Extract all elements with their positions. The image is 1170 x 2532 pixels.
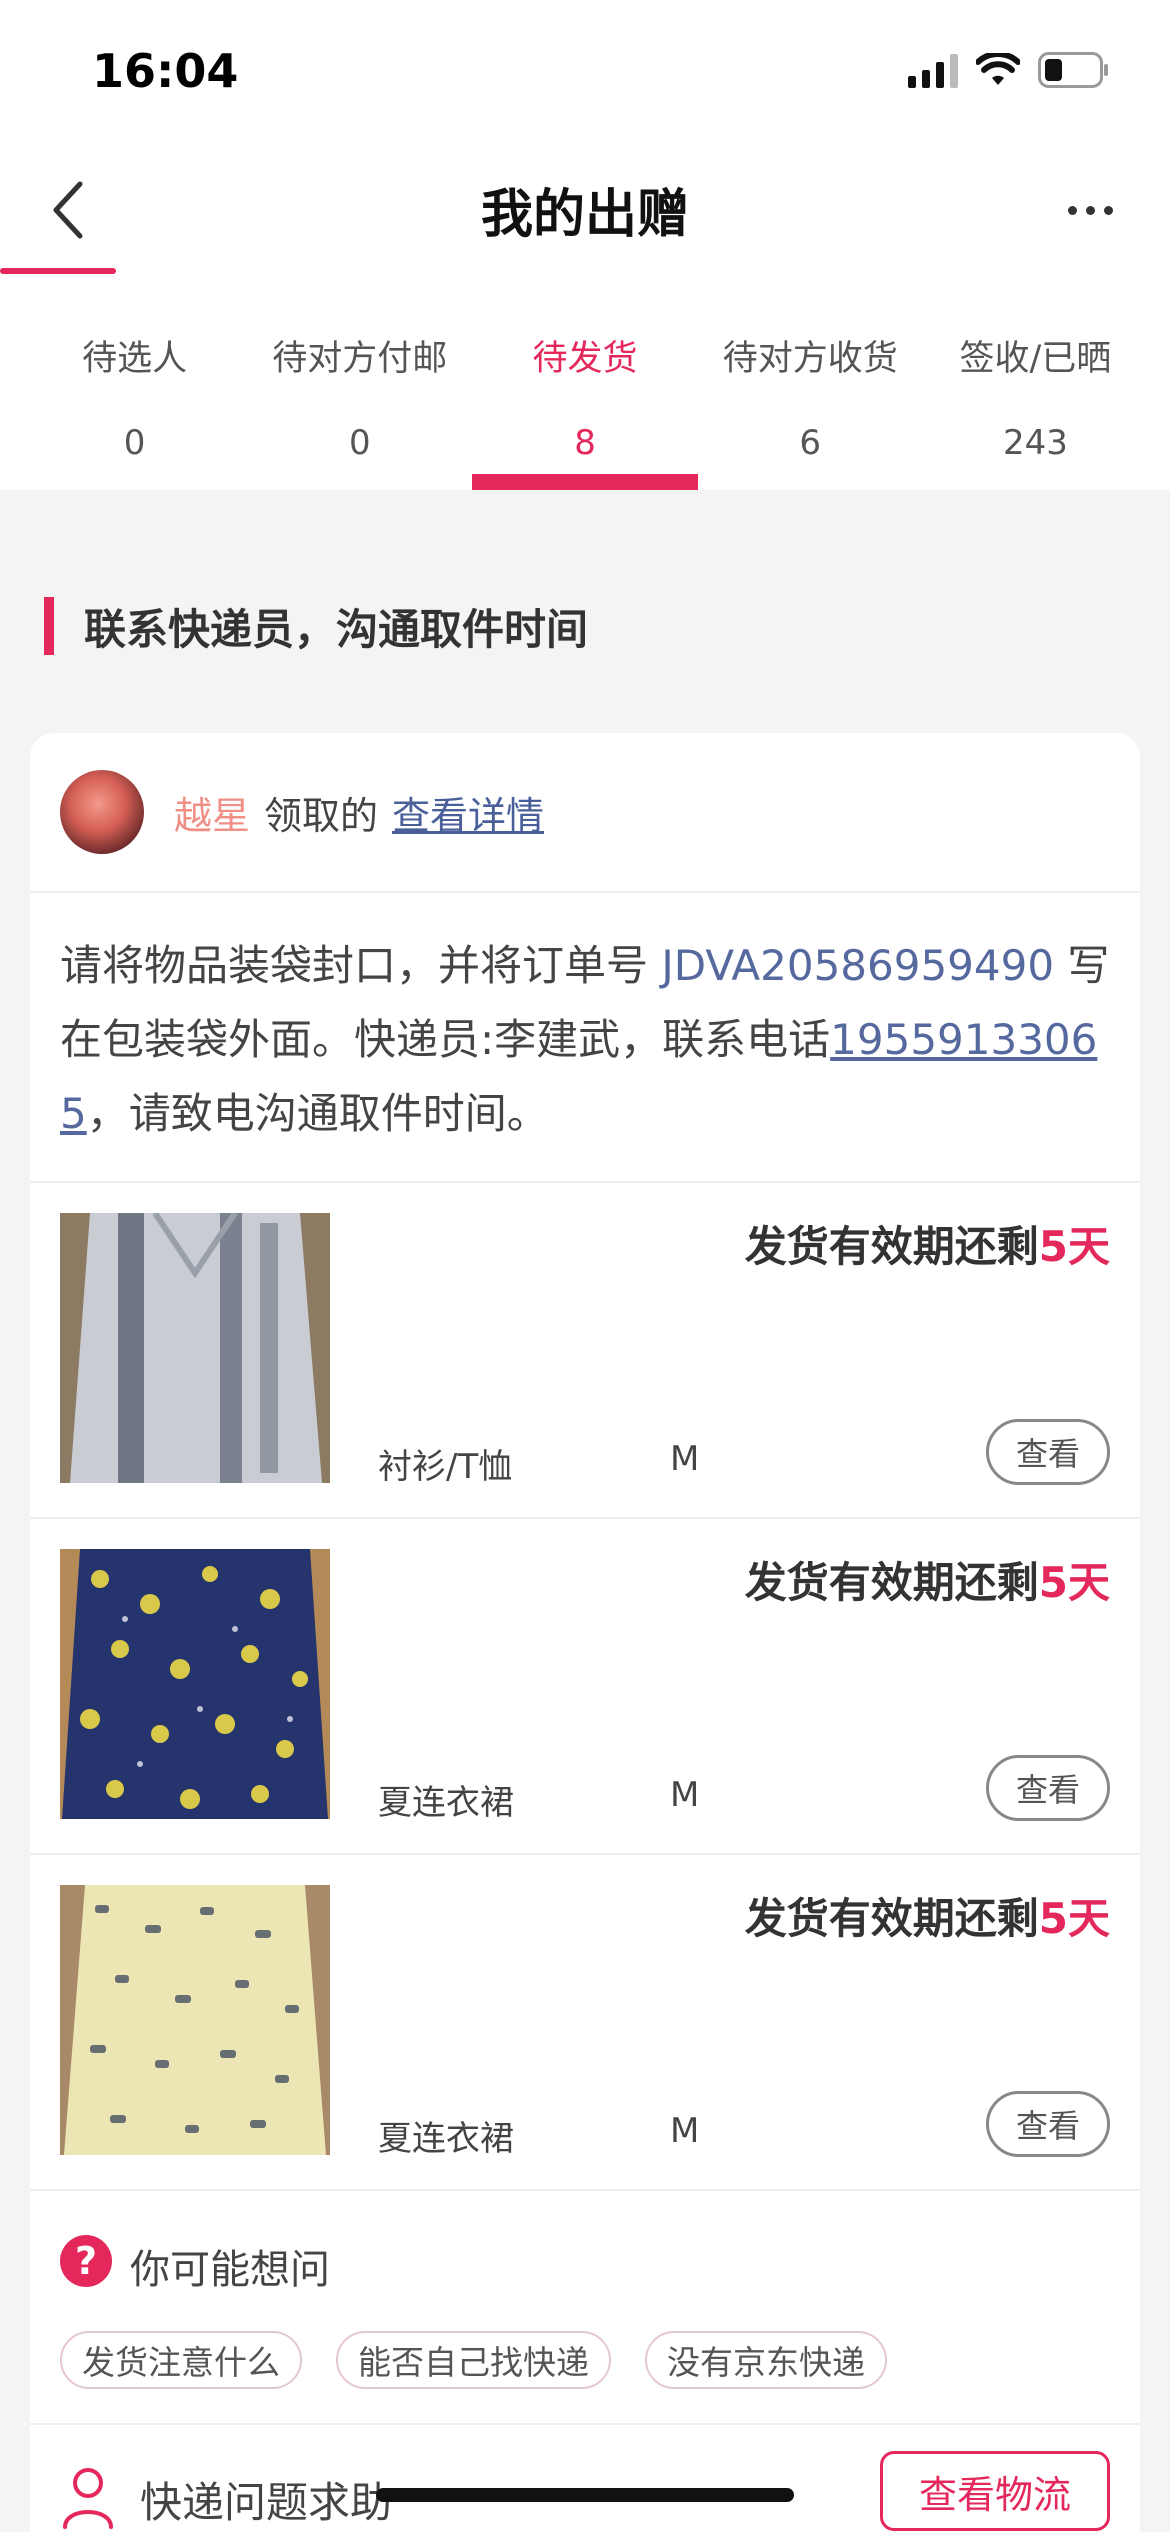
item-size: M	[670, 1439, 700, 1479]
item-photo[interactable]	[60, 1549, 330, 1819]
tab-pending-postage[interactable]: 待对方付邮 0	[247, 280, 472, 490]
status-tabs: 待选人 0 待对方付邮 0 待发货 8 待对方收货 6 签收/已晒 243	[0, 280, 1170, 490]
more-icon	[1067, 205, 1077, 215]
packing-instructions: 请将物品装袋封口，并将订单号 JDVA20586959490 写在包装袋外面。快…	[30, 893, 1140, 1183]
status-icons	[908, 52, 1110, 88]
tab-count: 8	[574, 423, 596, 463]
view-logistics-button[interactable]: 查看物流	[880, 2451, 1110, 2531]
faq-section: ? 你可能想问 发货注意什么 能否自己找快递 没有京东快递	[30, 2191, 1140, 2425]
tab-count: 0	[348, 423, 371, 463]
tab-label: 待对方收货	[722, 339, 898, 379]
courier-help-link[interactable]: 快递问题求助	[140, 2469, 392, 2530]
item-size: M	[670, 2111, 700, 2151]
tab-count: 0	[123, 423, 146, 463]
card-header: 越星 领取的 查看详情	[30, 733, 1140, 893]
order-number: JDVA20586959490	[661, 941, 1055, 990]
list-item: 发货有效期还剩5天 夏连衣裙 M 查看	[30, 1519, 1140, 1855]
status-bar: 16:04	[0, 0, 1170, 150]
item-category: 衬衫/T恤	[378, 1447, 513, 1487]
nav-bar: 我的出赠	[0, 150, 1170, 280]
deadline-label: 发货有效期还剩	[744, 1558, 1039, 1607]
item-photo[interactable]	[60, 1213, 330, 1483]
list-item: 发货有效期还剩5天 衬衫/T恤 M 查看	[30, 1183, 1140, 1519]
deadline-days: 5天	[1038, 1558, 1110, 1607]
tab-count: 243	[1002, 423, 1068, 463]
active-tab-indicator	[472, 474, 698, 490]
order-card: 越星 领取的 查看详情 请将物品装袋封口，并将订单号 JDVA205869594…	[30, 733, 1140, 2532]
item-photo[interactable]	[60, 1885, 330, 2155]
more-button[interactable]	[1050, 180, 1130, 240]
page-title: 我的出赠	[480, 185, 689, 245]
section-title: 联系快递员，沟通取件时间	[84, 604, 589, 654]
tab-count: 6	[799, 423, 822, 463]
question-icon: ?	[60, 2235, 112, 2287]
faq-chip[interactable]: 发货注意什么	[60, 2331, 302, 2389]
view-button[interactable]: 查看	[986, 1755, 1110, 1821]
wifi-icon	[976, 53, 1020, 87]
shipping-deadline: 发货有效期还剩5天	[745, 1213, 1110, 1274]
avatar[interactable]	[60, 770, 144, 854]
help-row: 快递问题求助 查看物流	[30, 2425, 1140, 2532]
faq-title: 你可能想问	[130, 2247, 330, 2293]
signal-icon	[908, 52, 958, 88]
tab-received[interactable]: 签收/已晒 243	[923, 280, 1148, 490]
deadline-label: 发货有效期还剩	[744, 1222, 1039, 1271]
faq-chips: 发货注意什么 能否自己找快递 没有京东快递	[60, 2331, 887, 2389]
view-detail-link[interactable]: 查看详情	[392, 785, 544, 840]
tab-pending-shipment[interactable]: 待发货 8	[472, 280, 698, 490]
person-icon	[63, 2468, 113, 2529]
instructions-text: ，请致电沟通取件时间。	[86, 1089, 549, 1138]
receiver-suffix: 领取的	[264, 793, 379, 838]
instructions-text: 请将物品装袋封口，并将订单号	[60, 941, 662, 990]
item-category: 夏连衣裙	[378, 1783, 514, 1823]
tab-label: 待选人	[82, 339, 188, 379]
faq-chip[interactable]: 没有京东快递	[645, 2331, 887, 2389]
tab-pending-receipt[interactable]: 待对方收货 6	[698, 280, 923, 490]
deadline-days: 5天	[1038, 1222, 1110, 1271]
tab-label: 待发货	[532, 339, 638, 379]
nav-accent-line	[0, 268, 116, 274]
deadline-label: 发货有效期还剩	[744, 1894, 1039, 1943]
item-size: M	[670, 1775, 700, 1815]
home-indicator[interactable]	[376, 2488, 794, 2502]
shipping-deadline: 发货有效期还剩5天	[745, 1885, 1110, 1946]
shipping-deadline: 发货有效期还剩5天	[745, 1549, 1110, 1610]
view-button[interactable]: 查看	[986, 2091, 1110, 2157]
view-button[interactable]: 查看	[986, 1419, 1110, 1485]
tab-label: 待对方付邮	[272, 339, 448, 379]
section-accent-bar	[44, 597, 54, 655]
section-header: 联系快递员，沟通取件时间	[44, 596, 588, 656]
item-category: 夏连衣裙	[378, 2119, 514, 2159]
receiver-name[interactable]: 越星	[174, 785, 250, 840]
tab-pending-select[interactable]: 待选人 0	[22, 280, 247, 490]
deadline-days: 5天	[1038, 1894, 1110, 1943]
tab-label: 签收/已晒	[959, 339, 1112, 379]
status-time: 16:04	[92, 44, 239, 98]
list-item: 发货有效期还剩5天 夏连衣裙 M 查看	[30, 1855, 1140, 2191]
faq-chip[interactable]: 能否自己找快递	[336, 2331, 611, 2389]
battery-icon	[1038, 52, 1110, 88]
